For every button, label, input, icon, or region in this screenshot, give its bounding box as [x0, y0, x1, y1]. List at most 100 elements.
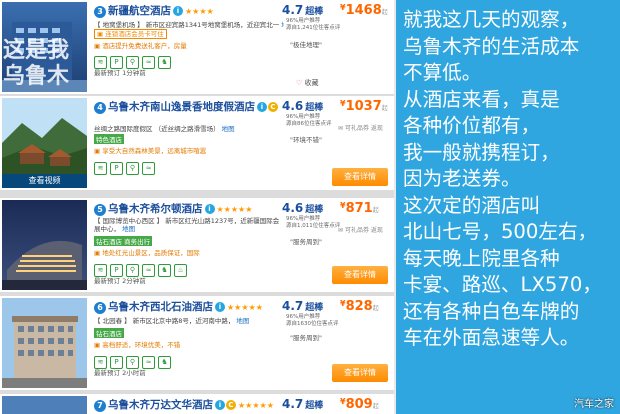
hotel-price: ¥828起: [340, 299, 379, 314]
hotel-address: 丝绸之路国际度假区 （近丝绸之路滑雪场） 地图: [94, 123, 284, 133]
hotel-price: ¥809起: [340, 397, 379, 412]
hotel-card-hilton[interactable]: 5 乌鲁木齐希尔顿酒店 i ★★★★★ 【 国际博览中心西区 】 新市区红光山路12…: [0, 198, 394, 292]
recommend-rate: 96%用户推荐: [286, 314, 321, 320]
info-badge-icon: i: [215, 400, 225, 410]
restaurant-icon: ⚲: [126, 162, 139, 175]
score-value: 4.6: [282, 99, 304, 113]
hotel-photo[interactable]: 查看视频: [2, 98, 87, 188]
story-line: 车在外面急速等人。: [403, 326, 580, 349]
story-line: 就我这几天的观察，: [403, 8, 580, 31]
price-value: 828: [345, 299, 373, 314]
overlay-caption-line2: 乌鲁木: [3, 64, 70, 89]
recommend-rate: 96%用户推荐: [286, 216, 321, 222]
promo-text: ▣ 享受大自然森林美景，远离城市喧嚣: [94, 147, 207, 155]
map-link[interactable]: 地图: [122, 225, 135, 233]
hotel-address: 【 地窝堡机场 】 新市区迎宾路1341号地窝堡机场，近迎宾北一 地图: [94, 19, 284, 29]
hotel-name[interactable]: 新疆航空酒店 i ★★★★: [108, 3, 214, 18]
gift-icon: ✉: [338, 227, 344, 234]
facility-icons: ≋ P ⚲ ≈ ♞ ♨: [94, 260, 190, 277]
story-line: 卡宴、路巡、LX570，: [403, 273, 602, 296]
score-value: 4.6: [282, 201, 304, 215]
hotel-list: 3 新疆航空酒店 i ★★★★ 【 地窝堡机场 】 新市区迎宾路1341号地窝堡机场…: [0, 0, 394, 414]
hotel-card-nanshan-resort[interactable]: 查看视频 4 乌鲁木齐南山逸景香地度假酒店 i C 丝绸之路国际度假区 （近丝绸之路…: [0, 96, 394, 190]
rank-number: 3: [94, 6, 106, 18]
score-label: 超棒: [305, 205, 324, 215]
wifi-icon: ≋: [94, 162, 107, 175]
spa-icon: ♨: [174, 264, 187, 277]
hotel-tags: 钻石酒店 商务出行: [94, 236, 154, 246]
favorite-button[interactable]: ♡ 收藏: [296, 78, 319, 88]
price-suffix: 起: [372, 305, 379, 312]
hotel-name[interactable]: 乌鲁木齐南山逸景香地度假酒店 i C: [108, 99, 278, 114]
gym-icon: ♞: [158, 56, 171, 69]
view-details-button[interactable]: 查看详情: [332, 266, 388, 284]
story-line: 北山七号，500左右，: [403, 220, 598, 243]
review-meta: 96%用户推荐 源自1,011位住客点评: [286, 216, 340, 230]
story-line: 不算低。: [403, 61, 482, 84]
score-value: 4.7: [282, 3, 304, 17]
score-value: 4.7: [282, 299, 304, 313]
price-suffix: 起: [381, 9, 388, 16]
hotel-card-wanda-vista[interactable]: 7 乌鲁木齐万达文华酒店 i C ★★★★★ 4.7 超棒 ¥809起: [0, 394, 394, 414]
price-suffix: 起: [372, 403, 379, 410]
price-value: 871: [345, 201, 373, 216]
review-count: 源自1,011位住客点评: [286, 223, 341, 229]
hotel-name-text: 乌鲁木齐南山逸景香地度假酒店: [108, 101, 255, 113]
info-badge-icon: i: [204, 204, 215, 214]
cashback-text: 可礼品券 返现: [344, 125, 383, 132]
hotel-name[interactable]: 乌鲁木齐希尔顿酒店 i ★★★★★: [108, 201, 252, 216]
review-meta: 96%用户推荐 源自86位住客点评: [286, 114, 332, 128]
score-label: 超棒: [305, 103, 324, 113]
cashback-note: ✉ 可礼品券 返现: [338, 123, 383, 132]
info-badge-icon: i: [173, 6, 183, 16]
rank-number: 6: [94, 302, 106, 314]
hotel-name-text: 新疆航空酒店: [108, 5, 171, 17]
story-line: 每天晚上院里各种: [403, 246, 560, 270]
price-suffix: 起: [372, 207, 379, 214]
screenshot-composite: 3 新疆航空酒店 i ★★★★ 【 地窝堡机场 】 新市区迎宾路1341号地窝堡机场…: [0, 0, 620, 414]
story-line: 各种价位都有，: [403, 114, 541, 137]
hotel-card-northwest-oil[interactable]: 6 乌鲁木齐西北石油酒店 i ★★★★★ 【 北园春 】 新市区北京中路8号，近河南…: [0, 296, 394, 390]
info-badge-icon: i: [257, 102, 267, 112]
review-count: 源自1,241位住客点评: [286, 25, 341, 31]
hotel-price: ¥1468起: [340, 3, 388, 18]
score-label: 超棒: [305, 401, 324, 411]
hotel-photo[interactable]: [2, 298, 87, 388]
map-link[interactable]: 地图: [222, 125, 235, 133]
tag-label: ▣ 连锁酒店会员卡可住: [94, 29, 167, 39]
view-details-button[interactable]: 查看详情: [332, 168, 388, 186]
watermark: 汽车之家: [574, 399, 614, 410]
hotel-photo-image: [2, 396, 87, 414]
story-line: 我一般就携程订，: [403, 140, 560, 164]
address-text: 丝绸之路国际度假区 （近丝绸之路滑雪场）: [94, 125, 220, 133]
promo-text: ▣ 酒店提升免费送礼客户，房量: [94, 42, 187, 50]
hotel-name[interactable]: 乌鲁木齐西北石油酒店 i ★★★★★: [108, 299, 263, 314]
watch-video-button[interactable]: 查看视频: [2, 174, 87, 188]
review-meta: 96%用户推荐 源自1,241位住客点评: [286, 18, 340, 32]
hotel-address: 【 国际博览中心西区 】 新市区红光山路1237号，近新疆国际会展中心， 地图: [94, 217, 284, 233]
price-value: 809: [345, 397, 373, 412]
map-link[interactable]: 地图: [236, 317, 249, 325]
story-line: 乌鲁木齐的生活成本: [403, 34, 580, 58]
rank-number: 5: [94, 204, 106, 216]
review-score: 4.7 超棒: [282, 397, 323, 411]
recommend-rate: 96%用户推荐: [286, 18, 321, 24]
hotel-name-text: 乌鲁木齐希尔顿酒店: [108, 203, 203, 215]
review-count: 源自86位住客点评: [286, 121, 332, 127]
view-details-button[interactable]: 查看详情: [332, 364, 388, 382]
review-score: 4.6 超棒: [282, 201, 323, 215]
address-text: 【 北园春 】 新市区北京中路8号，近河南中路，: [94, 317, 235, 325]
hotel-photo[interactable]: [2, 396, 87, 414]
review-count: 源自1630位住客点评: [286, 321, 339, 327]
hotel-price: ¥1037起: [340, 99, 388, 114]
hotel-photo[interactable]: [2, 200, 87, 290]
hotel-photo-image: [2, 200, 87, 290]
coupon-badge-icon: C: [226, 400, 236, 410]
hotel-name-text: 乌鲁木齐西北石油酒店: [108, 301, 213, 313]
review-score: 4.7 超棒: [282, 3, 323, 17]
hotel-name[interactable]: 乌鲁木齐万达文华酒店 i C ★★★★★: [108, 397, 274, 412]
map-link[interactable]: 地图: [281, 21, 284, 29]
review-score: 4.7 超棒: [282, 299, 323, 313]
parking-icon: P: [110, 162, 123, 175]
rating-stars: ★★★★★: [238, 401, 274, 410]
